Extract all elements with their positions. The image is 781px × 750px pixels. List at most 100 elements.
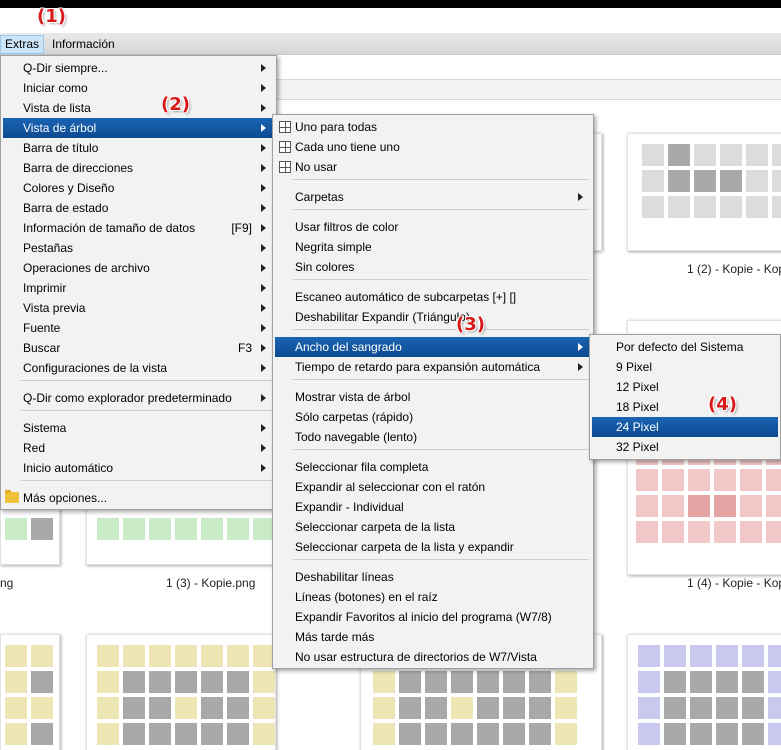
menu-item-deshabilitar-lineas[interactable]: Deshabilitar líneas: [275, 567, 591, 587]
menu-item-seleccionar-carpeta-de-la-lista[interactable]: Seleccionar carpeta de la lista: [275, 517, 591, 537]
menu-item-por-defecto-del-sistema[interactable]: Por defecto del Sistema: [592, 337, 778, 357]
menu-item-fuente[interactable]: Fuente: [3, 318, 274, 338]
menu-item-ancho-del-sangrado[interactable]: Ancho del sangrado: [275, 337, 591, 357]
file-caption[interactable]: ng: [0, 576, 13, 590]
thumbnail-cell: [149, 697, 171, 719]
menu-item-operaciones-de-archivo[interactable]: Operaciones de archivo: [3, 258, 274, 278]
menu-item-expandir-individual[interactable]: Expandir - Individual: [275, 497, 591, 517]
menu-item-usar-filtros-de-color[interactable]: Usar filtros de color: [275, 217, 591, 237]
thumbnail-cell: [31, 645, 53, 667]
thumbnail-cell: [766, 521, 781, 543]
menu-informacion[interactable]: Información: [48, 35, 119, 54]
menu-item-label: Deshabilitar líneas: [295, 570, 394, 584]
menu-item-label: Negrita simple: [295, 240, 372, 254]
file-caption[interactable]: 1 (2) - Kopie - Kop: [687, 262, 781, 276]
menu-item-24-pixel[interactable]: 24 Pixel: [592, 417, 778, 437]
menu-extras[interactable]: Extras: [0, 35, 45, 54]
thumbnail-cell: [740, 495, 762, 517]
menu-item-cada-uno-tiene-uno[interactable]: Cada uno tiene uno: [275, 137, 591, 157]
thumbnail-blue[interactable]: [627, 634, 781, 750]
thumbnail-cell: [5, 723, 27, 745]
title-bar: [0, 0, 781, 8]
menu-item-vista-de-lista[interactable]: Vista de lista: [3, 98, 274, 118]
menu-item-inicio-automatico[interactable]: Inicio automático: [3, 458, 274, 478]
menu-item-q-dir-siempre[interactable]: Q-Dir siempre...: [3, 58, 274, 78]
menu-item-sistema[interactable]: Sistema: [3, 418, 274, 438]
submenu-arrow-icon: [578, 363, 583, 371]
menu-item-label: Más opciones...: [23, 491, 108, 505]
menu-item-solo-carpetas-rapido[interactable]: Sólo carpetas (rápido): [275, 407, 591, 427]
menu-item-barra-de-titulo[interactable]: Barra de título: [3, 138, 274, 158]
thumbnail-cell: [720, 144, 742, 166]
thumbnail-gray[interactable]: [627, 133, 781, 251]
thumbnail-cell: [662, 469, 684, 491]
menu-item-label: Barra de título: [23, 141, 99, 155]
menu-item-barra-de-estado[interactable]: Barra de estado: [3, 198, 274, 218]
callout-4: (4): [708, 394, 737, 415]
menu-item-label: Inicio automático: [23, 461, 114, 475]
thumbnail-cell: [227, 671, 249, 693]
thumbnail-cell: [694, 170, 716, 192]
menu-item-label: Cada uno tiene uno: [295, 140, 400, 154]
thumbnail-cell: [690, 645, 712, 667]
menu-item-32-pixel[interactable]: 32 Pixel: [592, 437, 778, 457]
menu-bar: Extras Información: [0, 33, 781, 55]
thumbnail-cell: [664, 671, 686, 693]
thumbnail-cell: [746, 170, 768, 192]
menu-item-red[interactable]: Red: [3, 438, 274, 458]
menu-item-buscar[interactable]: Buscar F3: [3, 338, 274, 358]
menu-item-informacion-de-tamano-de-datos[interactable]: Información de tamaño de datos [F9]: [3, 218, 274, 238]
menu-item-q-dir-como-explorador-predeterminado[interactable]: Q-Dir como explorador predeterminado: [3, 388, 274, 408]
menu-item-escaneo-automatico-de-subcarpetas[interactable]: Escaneo automático de subcarpetas [+] []: [275, 287, 591, 307]
menu-item-tiempo-de-retardo-para-expansion-automat[interactable]: Tiempo de retardo para expansión automát…: [275, 357, 591, 377]
thumbnail-cell: [201, 518, 223, 540]
menu-item-label: No usar estructura de directorios de W7/…: [295, 650, 537, 664]
thumbnail-green-left[interactable]: [0, 505, 60, 565]
menu-item-colores-y-diseno[interactable]: Colores y Diseño: [3, 178, 274, 198]
thumbnail-cell: [638, 723, 660, 745]
menu-item-expandir-al-seleccionar-con-el-raton[interactable]: Expandir al seleccionar con el ratón: [275, 477, 591, 497]
thumbnail-cell: [662, 495, 684, 517]
menu-item-sin-colores[interactable]: Sin colores: [275, 257, 591, 277]
menu-item-mas-opciones[interactable]: Más opciones...: [3, 488, 274, 508]
menu-item-deshabilitar-expandir-triangulo[interactable]: Deshabilitar Expandir (Triángulo): [275, 307, 591, 327]
menu-item-expandir-favoritos-al-inicio-del-program[interactable]: Expandir Favoritos al inicio del program…: [275, 607, 591, 627]
menu-item-12-pixel[interactable]: 12 Pixel: [592, 377, 778, 397]
menu-item-configuraciones-de-la-vista[interactable]: Configuraciones de la vista: [3, 358, 274, 378]
menu-item-lineas-botones-en-el-raiz[interactable]: Líneas (botones) en el raíz: [275, 587, 591, 607]
thumbnail-yellow[interactable]: [86, 634, 276, 750]
menu-item-uno-para-todas[interactable]: Uno para todas: [275, 117, 591, 137]
file-caption[interactable]: 1 (3) - Kopie.png: [166, 576, 255, 590]
menu-item-iniciar-como[interactable]: Iniciar como: [3, 78, 274, 98]
menu-item-negrita-simple[interactable]: Negrita simple: [275, 237, 591, 257]
menu-item-todo-navegable-lento[interactable]: Todo navegable (lento): [275, 427, 591, 447]
menu-item-18-pixel[interactable]: 18 Pixel: [592, 397, 778, 417]
menu-item-barra-de-direcciones[interactable]: Barra de direcciones: [3, 158, 274, 178]
file-caption[interactable]: 1 (4) - Kopie - Kop: [687, 576, 781, 590]
menu-item-no-usar-estructura-de-directorios-de-w7-[interactable]: No usar estructura de directorios de W7/…: [275, 647, 591, 667]
thumbnail-cell: [529, 697, 551, 719]
submenu-arrow-icon: [261, 144, 266, 152]
menu-item-label: Seleccionar carpeta de la lista: [295, 520, 456, 534]
menu-item-mostrar-vista-de-arbol[interactable]: Mostrar vista de árbol: [275, 387, 591, 407]
thumbnail-cell: [149, 671, 171, 693]
thumbnail-green[interactable]: [86, 505, 276, 565]
thumbnail-cell: [175, 518, 197, 540]
menu-item-label: Por defecto del Sistema: [616, 340, 744, 354]
menu-item-label: Vista de lista: [23, 101, 91, 115]
address-bar[interactable]: [276, 56, 781, 80]
menu-item-9-pixel[interactable]: 9 Pixel: [592, 357, 778, 377]
menu-item-seleccionar-carpeta-de-la-lista-y-expand[interactable]: Seleccionar carpeta de la lista y expand…: [275, 537, 591, 557]
menu-item-vista-de-arbol[interactable]: Vista de árbol: [3, 118, 274, 138]
thumbnail-cell: [451, 697, 473, 719]
menu-item-no-usar[interactable]: No usar: [275, 157, 591, 177]
submenu-arrow-icon: [261, 204, 266, 212]
menu-item-vista-previa[interactable]: Vista previa: [3, 298, 274, 318]
menu-item-pestanas[interactable]: Pestañas: [3, 238, 274, 258]
menu-separator: [293, 559, 589, 560]
thumbnail-yellow-left[interactable]: [0, 634, 60, 750]
menu-item-mas-tarde-mas[interactable]: Más tarde más: [275, 627, 591, 647]
menu-item-seleccionar-fila-completa[interactable]: Seleccionar fila completa: [275, 457, 591, 477]
menu-item-carpetas[interactable]: Carpetas: [275, 187, 591, 207]
menu-item-imprimir[interactable]: Imprimir: [3, 278, 274, 298]
